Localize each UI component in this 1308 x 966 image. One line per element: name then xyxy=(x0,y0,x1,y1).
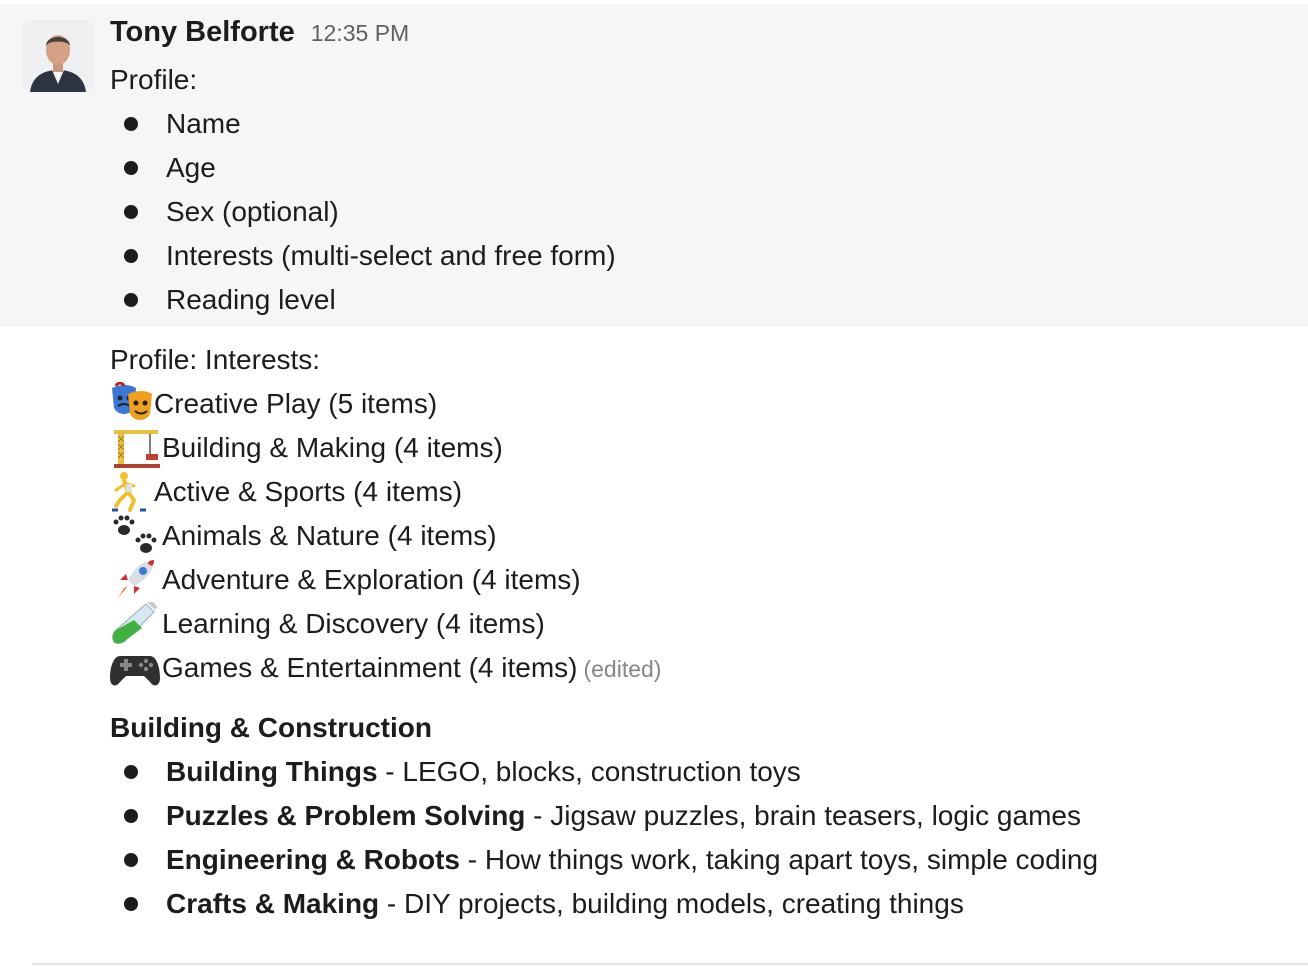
avatar[interactable] xyxy=(22,20,94,92)
list-item-text: Engineering & Robots - How things work, … xyxy=(166,838,1098,882)
interest-item: Learning & Discovery (4 items) xyxy=(110,602,545,646)
message-timestamp[interactable]: 12:35 PM xyxy=(311,20,409,47)
interest-item: Active & Sports (4 items) xyxy=(110,470,462,514)
profile-intro: Profile: xyxy=(110,64,198,95)
interest-label: Learning & Discovery (4 items) xyxy=(162,608,545,639)
performing-arts-icon xyxy=(110,382,154,426)
bullet-icon xyxy=(124,765,138,779)
bullet-icon xyxy=(124,809,138,823)
interest-label: Active & Sports (4 items) xyxy=(154,476,463,507)
bullet-icon xyxy=(124,117,138,131)
construction-crane-icon xyxy=(110,426,162,470)
list-item-text: Name xyxy=(166,108,241,139)
section-title: Building & Construction xyxy=(110,712,432,743)
interest-item: Adventure & Exploration (4 items) xyxy=(110,558,581,602)
interest-item: Creative Play (5 items) xyxy=(110,382,437,426)
game-controller-icon xyxy=(110,646,162,690)
list-item-text: Age xyxy=(166,152,216,183)
message-divider xyxy=(32,963,1308,965)
list-item-description: - How things work, taking apart toys, si… xyxy=(460,844,1099,875)
sender-name[interactable]: Tony Belforte xyxy=(110,16,295,49)
list-item-description: - Jigsaw puzzles, brain teasers, logic g… xyxy=(525,800,1081,831)
test-tube-icon xyxy=(110,602,162,646)
interest-label: Adventure & Exploration (4 items) xyxy=(162,564,581,595)
interest-item: Building & Making (4 items) xyxy=(110,426,503,470)
interests-heading: Profile: Interests: xyxy=(110,344,321,375)
interest-label: Games & Entertainment (4 items) xyxy=(162,652,578,683)
interest-label: Creative Play (5 items) xyxy=(154,388,438,419)
runner-icon xyxy=(110,470,154,514)
list-item-description: - LEGO, blocks, construction toys xyxy=(377,756,801,787)
bullet-icon xyxy=(124,249,138,263)
list-item-description: - DIY projects, building models, creatin… xyxy=(379,888,964,919)
bullet-icon xyxy=(124,853,138,867)
interest-label: Building & Making (4 items) xyxy=(162,432,503,463)
list-item-text: Crafts & Making - DIY projects, building… xyxy=(166,882,964,926)
list-item-text: Reading level xyxy=(166,284,336,315)
bullet-icon xyxy=(124,205,138,219)
interest-label: Animals & Nature (4 items) xyxy=(162,520,497,551)
rocket-icon xyxy=(110,558,162,602)
list-item-text: Sex (optional) xyxy=(166,196,339,227)
list-item-text: Building Things - LEGO, blocks, construc… xyxy=(166,750,801,794)
edited-indicator: (edited) xyxy=(583,656,662,682)
paw-prints-icon xyxy=(110,514,162,558)
list-item-text: Interests (multi-select and free form) xyxy=(166,240,616,271)
list-item-bold: Building Things xyxy=(166,756,378,787)
bullet-icon xyxy=(124,897,138,911)
list-item-bold: Crafts & Making xyxy=(166,888,380,919)
list-item-bold: Engineering & Robots xyxy=(166,844,460,875)
list-item-text: Puzzles & Problem Solving - Jigsaw puzzl… xyxy=(166,794,1081,838)
bullet-icon xyxy=(124,293,138,307)
interest-item: Games & Entertainment (4 items) (edited) xyxy=(110,646,661,690)
interest-item: Animals & Nature (4 items) xyxy=(110,514,497,558)
message-header: Tony Belforte 12:35 PM xyxy=(110,16,409,56)
bullet-icon xyxy=(124,161,138,175)
list-item-bold: Puzzles & Problem Solving xyxy=(166,800,526,831)
